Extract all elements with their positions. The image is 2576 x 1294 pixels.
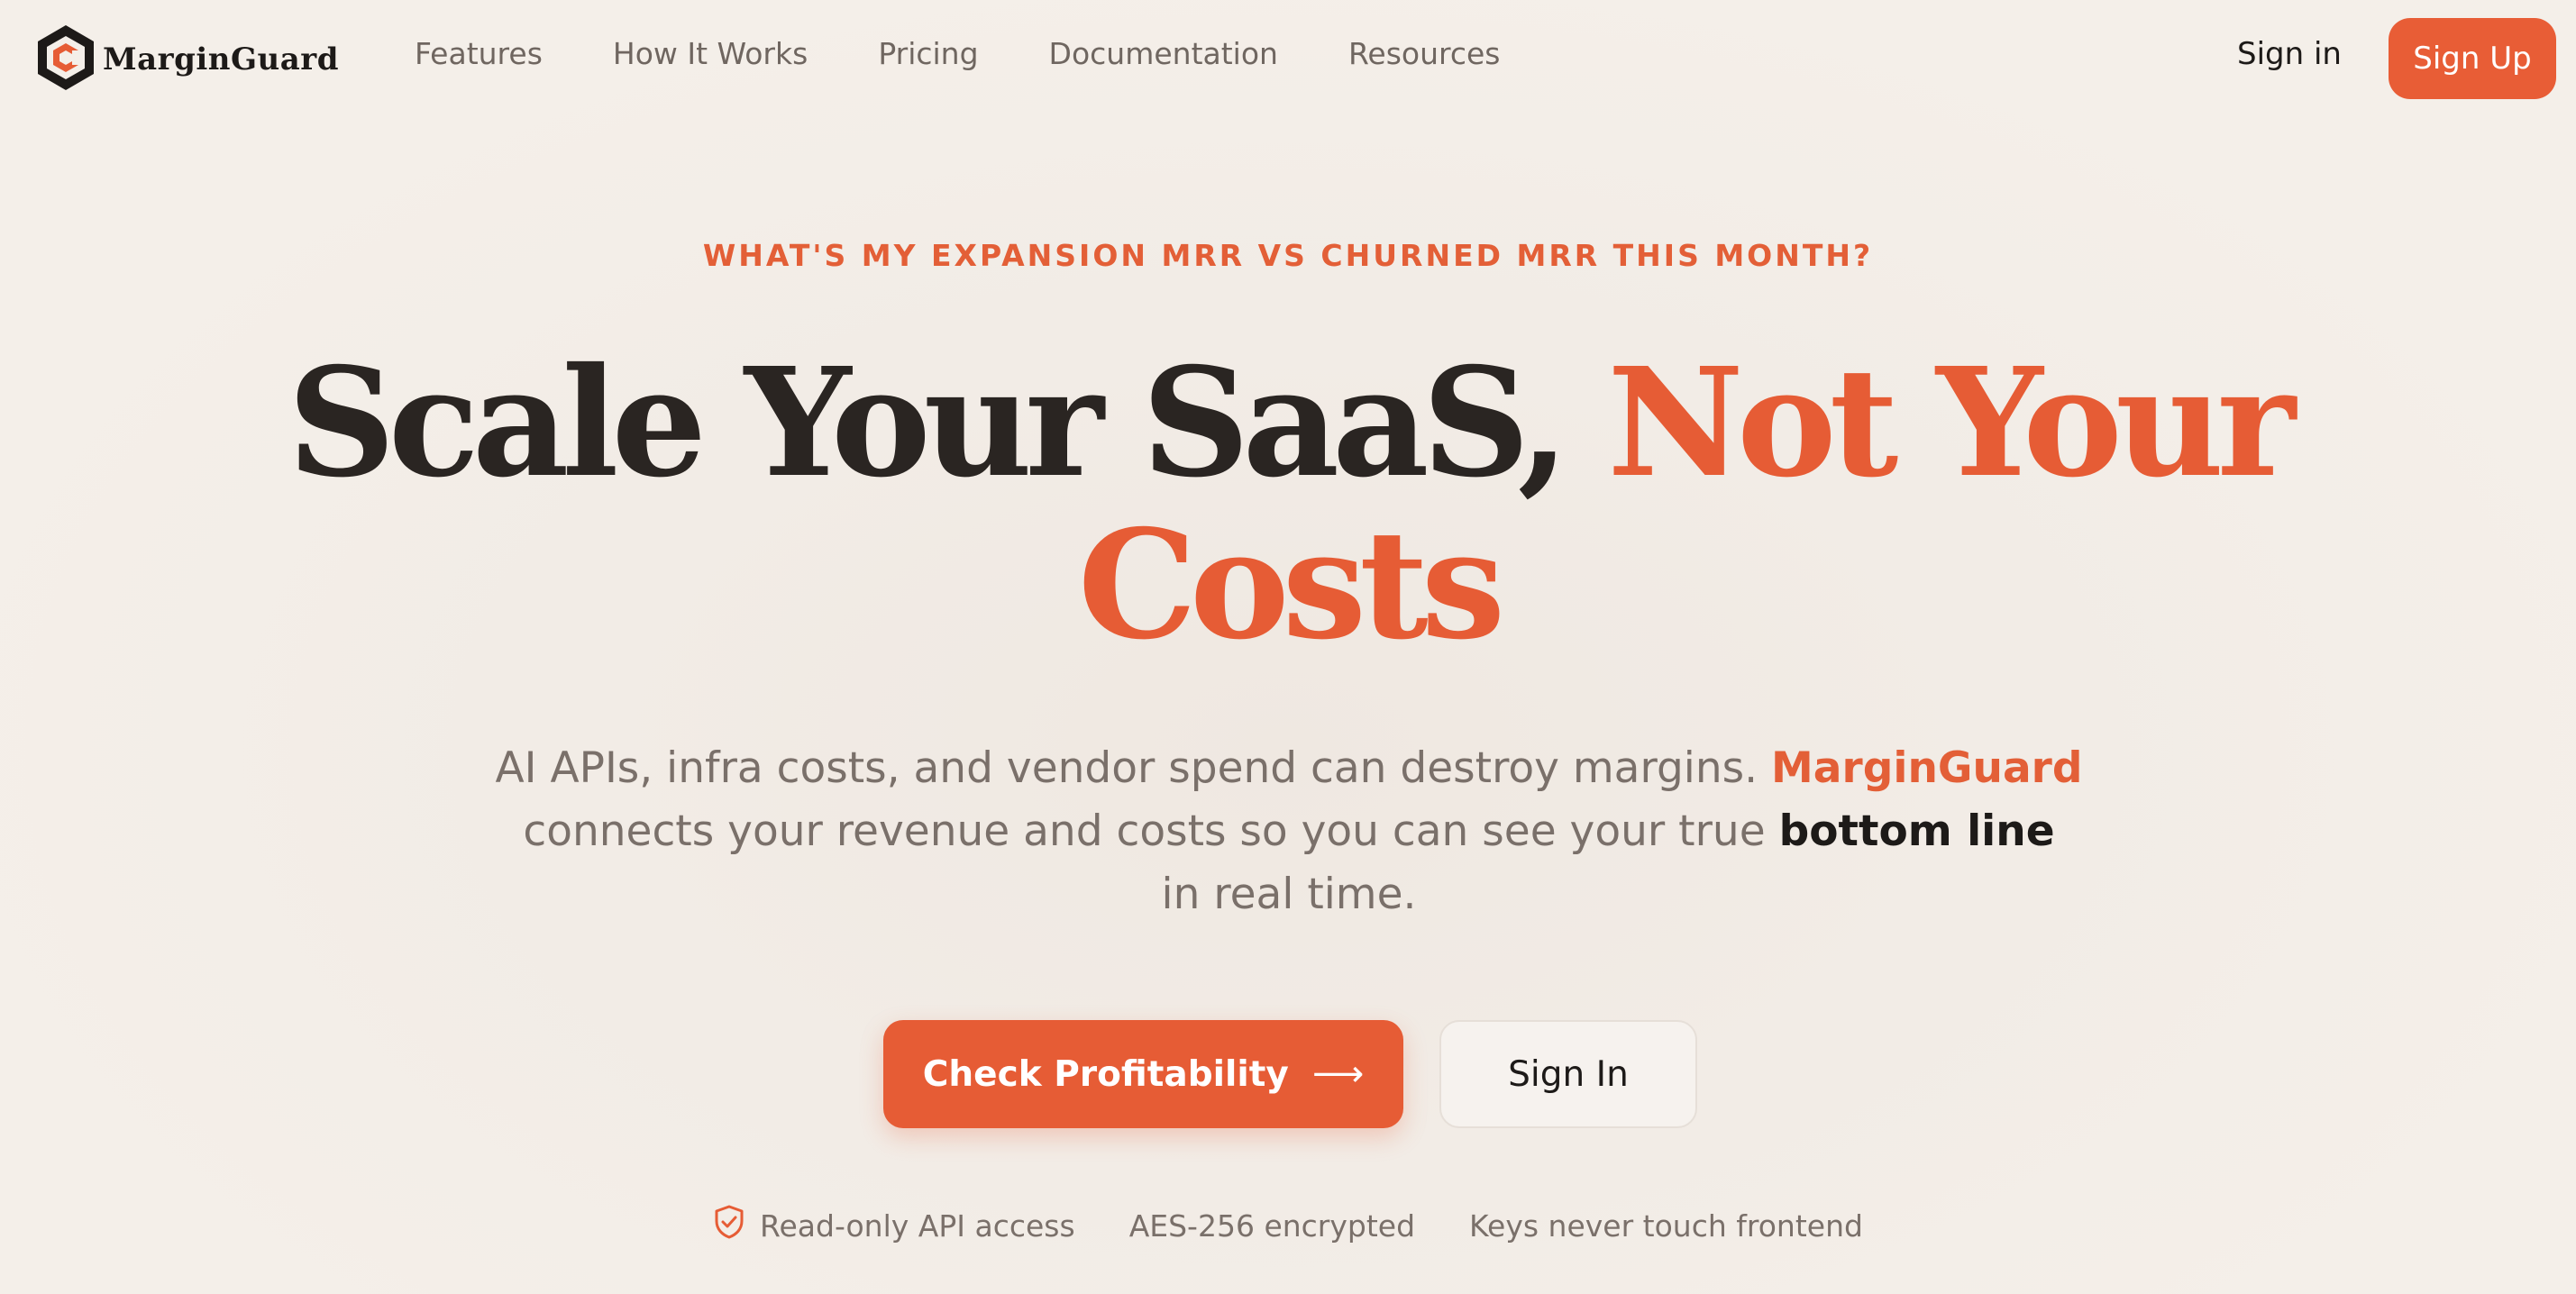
headline-accent-line1: Not Your: [1607, 335, 2296, 511]
subtitle-part1: AI APIs, infra costs, and vendor spend c…: [495, 743, 1758, 793]
subtitle-strong: bottom line: [1778, 806, 2055, 856]
brand-name: MarginGuard: [103, 41, 339, 77]
subtitle-part2: connects your revenue and costs so you c…: [523, 806, 1766, 856]
shield-check-icon: [713, 1204, 760, 1247]
trust-badges: Read-only API access AES-256 encrypted K…: [0, 1204, 2576, 1247]
nav-link-resources[interactable]: Resources: [1348, 36, 1501, 71]
trust-label-keys: Keys never touch frontend: [1469, 1207, 1863, 1244]
nav-links: Features How It Works Pricing Documentat…: [415, 36, 1570, 71]
hero-subtitle: AI APIs, infra costs, and vendor spend c…: [469, 737, 2109, 926]
hero-eyebrow: WHAT'S MY EXPANSION MRR VS CHURNED MRR T…: [702, 238, 1874, 273]
brand-logo[interactable]: MarginGuard: [34, 23, 339, 96]
headline-dark: Scale Your SaaS,: [287, 335, 1569, 511]
headline-accent-line2: Costs: [1077, 497, 1505, 673]
check-profitability-button[interactable]: Check Profitability ⟶: [883, 1020, 1403, 1128]
sign-up-button[interactable]: Sign Up: [2389, 18, 2556, 99]
arrow-right-icon: ⟶: [1311, 1053, 1365, 1095]
hero-headline: Scale Your SaaS, Not Your Costs: [0, 342, 2576, 667]
cta-primary-label: Check Profitability: [922, 1053, 1289, 1095]
subtitle-brand: MarginGuard: [1771, 743, 2083, 793]
subtitle-part3: in real time.: [1161, 870, 1417, 919]
hexagon-logo-icon: [34, 23, 97, 96]
hero-sign-in-button[interactable]: Sign In: [1439, 1020, 1697, 1128]
trust-label-encryption: AES-256 encrypted: [1128, 1207, 1416, 1244]
landing-page: MarginGuard Features How It Works Pricin…: [0, 0, 2576, 1294]
top-nav: MarginGuard Features How It Works Pricin…: [0, 0, 2576, 117]
trust-item-encryption: AES-256 encrypted: [1129, 1208, 1415, 1244]
nav-link-how-it-works[interactable]: How It Works: [613, 36, 808, 71]
nav-link-documentation[interactable]: Documentation: [1049, 36, 1278, 71]
sign-in-link[interactable]: Sign in: [2237, 36, 2342, 72]
trust-item-read-only: Read-only API access: [713, 1204, 1075, 1247]
nav-link-pricing[interactable]: Pricing: [878, 36, 978, 71]
nav-link-features[interactable]: Features: [415, 36, 543, 71]
trust-item-keys: Keys never touch frontend: [1469, 1208, 1863, 1244]
trust-label-read-only: Read-only API access: [760, 1207, 1075, 1244]
